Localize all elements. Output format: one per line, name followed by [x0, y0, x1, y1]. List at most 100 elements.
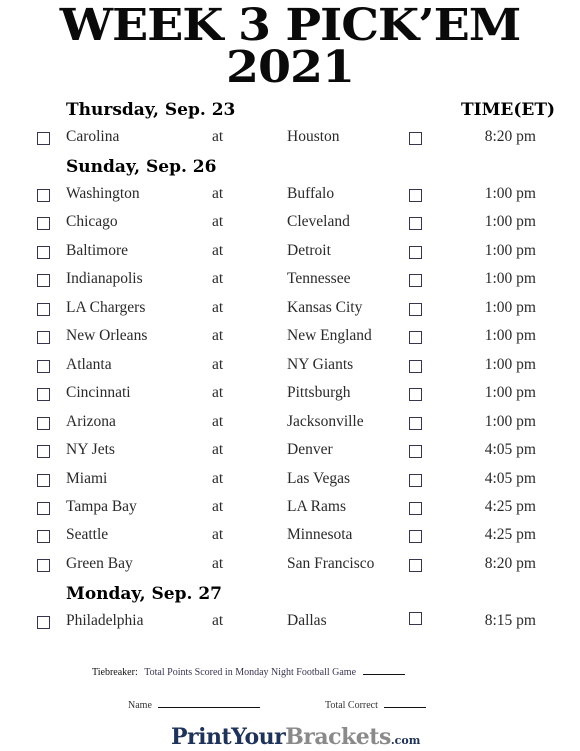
away-team: Arizona [66, 412, 116, 430]
away-team-checkbox[interactable] [37, 245, 50, 259]
game-time: 1:00 pm [484, 213, 536, 231]
game-row: Baltimore at Detroit 1:00 pm [0, 240, 580, 262]
game-time: 1:00 pm [484, 355, 536, 373]
home-team-checkbox[interactable] [409, 274, 422, 288]
away-team: Carolina [66, 128, 120, 145]
away-team-checkbox[interactable] [37, 501, 50, 515]
game-time: 8:20 pm [484, 128, 536, 145]
away-team-checkbox[interactable] [37, 473, 50, 487]
home-team-checkbox[interactable] [409, 416, 422, 430]
away-team: Washington [66, 185, 140, 202]
home-team-checkbox[interactable] [409, 612, 422, 625]
day-header: Monday, Sep. 27 [66, 584, 222, 604]
game-time: 1:00 pm [484, 270, 536, 288]
game-time: 1:00 pm [484, 241, 536, 259]
away-team-checkbox[interactable] [37, 616, 50, 629]
away-team: Tampa Bay [66, 497, 137, 515]
home-team-checkbox[interactable] [409, 501, 422, 515]
at-separator: at [212, 185, 224, 202]
at-separator: at [212, 270, 224, 288]
game-row: Carolina at Houston 8:20 pm [0, 126, 580, 148]
game-time: 8:15 pm [484, 612, 536, 629]
home-team: Cleveland [287, 213, 350, 231]
away-team-checkbox[interactable] [37, 558, 50, 572]
at-separator: at [212, 355, 224, 373]
home-team-checkbox[interactable] [409, 189, 422, 202]
name-label: Name [128, 700, 152, 711]
game-row: Miami at Las Vegas 4:05 pm [0, 468, 580, 490]
home-team-checkbox[interactable] [409, 217, 422, 231]
game-row: Green Bay at San Francisco 8:20 pm [0, 553, 580, 575]
home-team: Denver [287, 441, 333, 459]
home-team: Buffalo [287, 185, 335, 202]
home-team-checkbox[interactable] [409, 445, 422, 459]
away-team-checkbox[interactable] [37, 217, 50, 231]
tiebreaker: Tiebreaker: Total Points Scored in Monda… [92, 667, 405, 678]
home-team: Dallas [287, 612, 327, 629]
tiebreaker-input[interactable] [362, 674, 405, 675]
home-team-checkbox[interactable] [409, 331, 422, 345]
day-header: Thursday, Sep. 23 [66, 100, 236, 120]
away-team: Green Bay [66, 554, 133, 572]
day-header: Sunday, Sep. 26 [66, 157, 217, 177]
game-time: 1:00 pm [484, 298, 536, 316]
away-team-checkbox[interactable] [37, 530, 50, 544]
away-team: Baltimore [66, 241, 128, 259]
away-team-checkbox[interactable] [37, 445, 50, 459]
home-team-checkbox[interactable] [409, 132, 422, 145]
home-team: Houston [287, 128, 340, 145]
total-correct-input[interactable] [384, 707, 427, 708]
game-time: 8:20 pm [484, 554, 536, 572]
home-team: Jacksonville [287, 412, 364, 430]
at-separator: at [212, 412, 224, 430]
home-team-checkbox[interactable] [409, 302, 422, 316]
page-title-year: 2021 [226, 42, 355, 93]
at-separator: at [212, 241, 224, 259]
home-team: Kansas City [287, 298, 363, 316]
home-team: Minnesota [287, 526, 353, 544]
at-separator: at [212, 128, 224, 145]
away-team: Seattle [66, 526, 109, 544]
game-time: 4:05 pm [484, 441, 536, 459]
game-row: Tampa Bay at LA Rams 4:25 pm [0, 496, 580, 518]
home-team-checkbox[interactable] [409, 530, 422, 544]
at-separator: at [212, 554, 224, 572]
away-team-checkbox[interactable] [37, 388, 50, 402]
away-team-checkbox[interactable] [37, 359, 50, 373]
away-team-checkbox[interactable] [37, 302, 50, 316]
away-team-checkbox[interactable] [37, 331, 50, 345]
game-row: New Orleans at New England 1:00 pm [0, 325, 580, 347]
name-input[interactable] [158, 707, 261, 708]
home-team: San Francisco [287, 554, 375, 572]
away-team-checkbox[interactable] [37, 132, 50, 145]
game-time: 1:00 pm [484, 412, 536, 430]
home-team: Pittsburgh [287, 384, 351, 402]
at-separator: at [212, 441, 224, 459]
away-team: Atlanta [66, 355, 112, 373]
printyourbrackets-logo[interactable]: PrintYourBrackets.com [171, 724, 420, 750]
game-row: Seattle at Minnesota 4:25 pm [0, 524, 580, 546]
game-time: 4:05 pm [484, 469, 536, 487]
away-team-checkbox[interactable] [37, 189, 50, 202]
game-row: Philadelphia at Dallas 8:15 pm [0, 610, 580, 632]
home-team-checkbox[interactable] [409, 558, 422, 572]
home-team-checkbox[interactable] [409, 359, 422, 373]
tiebreaker-text: Total Points Scored in Monday Night Foot… [144, 667, 357, 678]
at-separator: at [212, 526, 224, 544]
time-column-header: TIME(ET) [461, 100, 556, 120]
away-team-checkbox[interactable] [37, 416, 50, 430]
game-time: 1:00 pm [484, 327, 536, 345]
game-row: Arizona at Jacksonville 1:00 pm [0, 411, 580, 433]
away-team: Miami [66, 469, 108, 487]
game-time: 4:25 pm [484, 526, 536, 544]
home-team-checkbox[interactable] [409, 388, 422, 402]
home-team-checkbox[interactable] [409, 245, 422, 259]
logo-part-printyour: PrintYour [171, 724, 286, 750]
away-team-checkbox[interactable] [37, 274, 50, 288]
game-row: Indianapolis at Tennessee 1:00 pm [0, 268, 580, 290]
at-separator: at [212, 612, 224, 629]
home-team-checkbox[interactable] [409, 473, 422, 487]
at-separator: at [212, 469, 224, 487]
game-row: Atlanta at NY Giants 1:00 pm [0, 354, 580, 376]
home-team: Las Vegas [287, 469, 350, 487]
